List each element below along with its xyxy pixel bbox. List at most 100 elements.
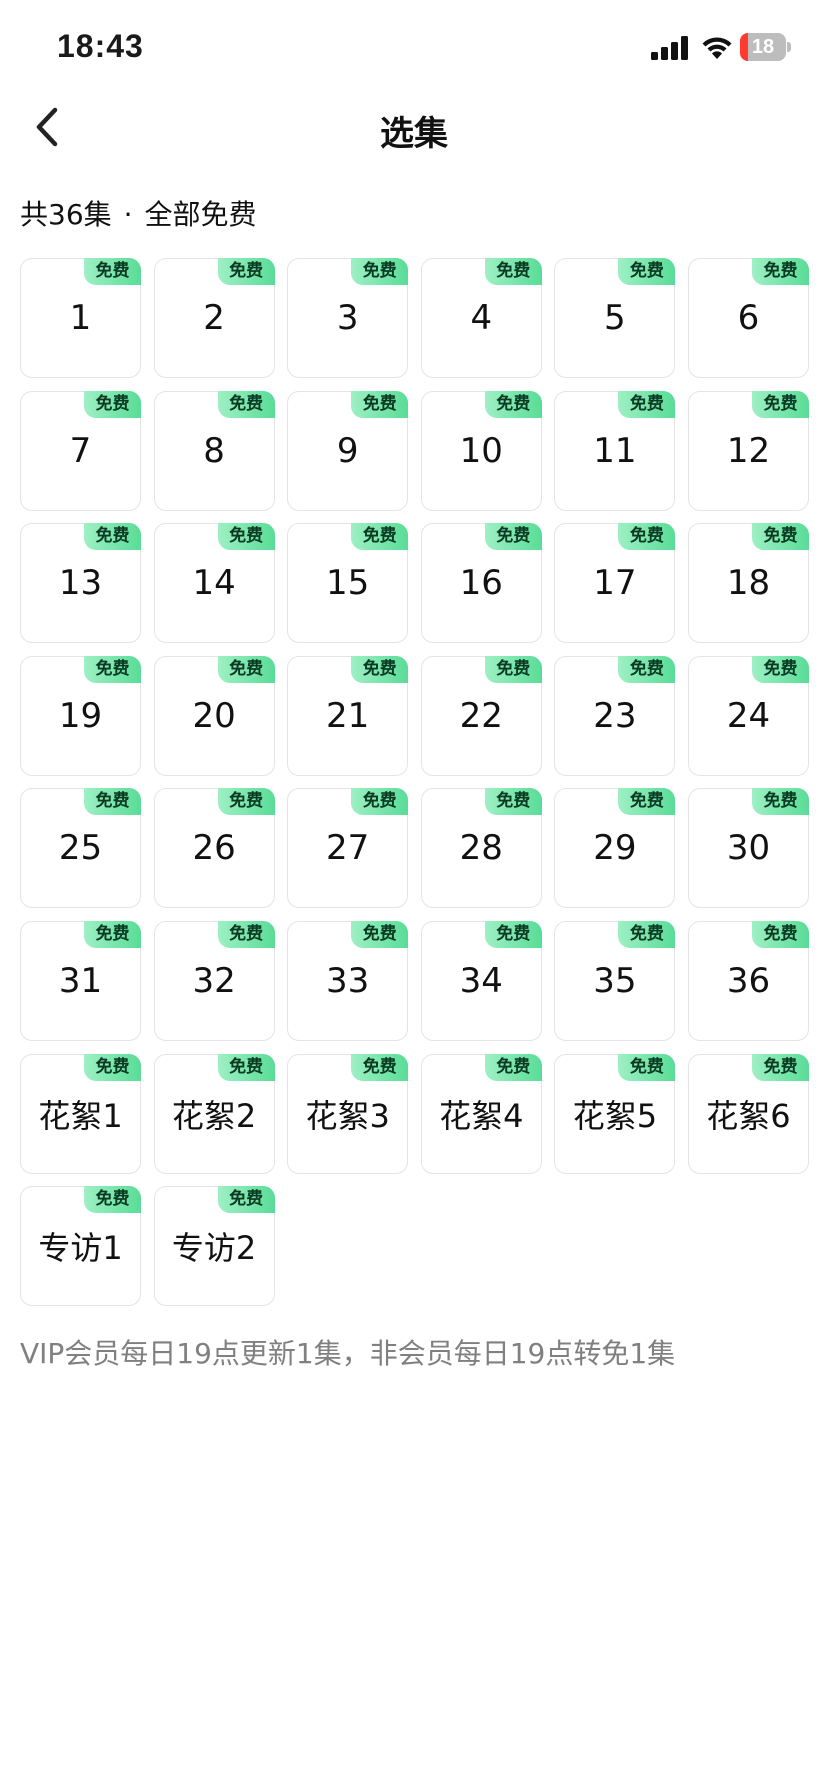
episode-label: 30	[726, 828, 771, 869]
episode-item[interactable]: 31 免费	[20, 920, 141, 1041]
free-badge: 免费	[217, 390, 275, 418]
episode-item[interactable]: 22 免费	[420, 655, 542, 776]
episode-item[interactable]: 23 免费	[554, 655, 676, 776]
episode-summary: 共36集 · 全部免费	[20, 193, 257, 233]
episode-label: 12	[726, 430, 771, 471]
episode-label: 24	[726, 695, 771, 736]
episode-item[interactable]: 12 免费	[687, 390, 809, 511]
free-badge: 免费	[751, 258, 809, 285]
episode-item[interactable]: 35 免费	[554, 920, 676, 1041]
episode-label: 31	[58, 960, 103, 1001]
episode-label: 2	[203, 298, 225, 338]
free-badge: 免费	[751, 390, 809, 418]
free-label: 全部免费	[144, 198, 257, 231]
free-badge: 免费	[217, 1186, 275, 1214]
episode-item[interactable]: 32 免费	[153, 920, 275, 1041]
episode-label: 17	[593, 563, 637, 604]
episode-item[interactable]: 7 免费	[20, 390, 141, 511]
free-badge: 免费	[351, 920, 409, 948]
episode-label: 10	[459, 430, 503, 471]
episode-label: 29	[593, 828, 637, 869]
free-badge: 免费	[217, 258, 275, 285]
episode-label: 27	[326, 828, 370, 869]
free-badge: 免费	[84, 1186, 141, 1214]
episode-item[interactable]: 16 免费	[420, 523, 542, 644]
free-badge: 免费	[484, 1053, 542, 1081]
free-badge: 免费	[484, 655, 542, 683]
free-badge: 免费	[618, 1053, 676, 1081]
episode-label: 32	[192, 960, 236, 1001]
free-badge: 免费	[751, 523, 809, 551]
free-badge: 免费	[351, 788, 409, 816]
episode-item[interactable]: 15 免费	[287, 523, 409, 644]
summary-separator: ·	[123, 198, 133, 231]
episode-item[interactable]: 2 免费	[153, 258, 275, 378]
episode-item[interactable]: 21 免费	[287, 655, 409, 776]
episode-label: 36	[726, 960, 771, 1001]
episode-item[interactable]: 专访2 免费	[153, 1186, 275, 1307]
episode-item[interactable]: 30 免费	[687, 788, 809, 909]
free-badge: 免费	[618, 920, 676, 948]
free-badge: 免费	[84, 390, 141, 418]
cellular-signal-icon	[651, 36, 688, 60]
episode-item[interactable]: 9 免费	[287, 390, 409, 511]
episode-item[interactable]: 13 免费	[20, 523, 141, 644]
episode-item[interactable]: 花絮6 免费	[687, 1053, 809, 1174]
episode-label: 7	[69, 430, 92, 471]
episode-item[interactable]: 专访1 免费	[20, 1186, 141, 1307]
free-badge: 免费	[351, 390, 409, 418]
episode-item[interactable]: 29 免费	[554, 788, 676, 909]
episode-item[interactable]: 11 免费	[554, 390, 676, 511]
episode-label: 花絮4	[439, 1096, 524, 1135]
episode-label: 花絮6	[706, 1096, 791, 1135]
episode-item[interactable]: 25 免费	[20, 788, 141, 909]
free-badge: 免费	[484, 258, 542, 285]
episode-label: 14	[192, 563, 236, 604]
episode-item[interactable]: 27 免费	[287, 788, 409, 909]
episode-label: 花絮3	[305, 1096, 390, 1135]
free-badge: 免费	[618, 390, 676, 418]
free-badge: 免费	[751, 1053, 809, 1081]
episode-item[interactable]: 10 免费	[420, 390, 542, 511]
episode-item[interactable]: 5 免费	[554, 258, 676, 378]
episode-item[interactable]: 花絮2 免费	[153, 1053, 275, 1174]
episode-item[interactable]: 8 免费	[153, 390, 275, 511]
free-badge: 免费	[217, 655, 275, 683]
episode-item[interactable]: 花絮5 免费	[554, 1053, 676, 1174]
episode-item[interactable]: 19 免费	[20, 655, 141, 776]
episode-item[interactable]: 17 免费	[554, 523, 676, 644]
episode-item[interactable]: 4 免费	[420, 258, 542, 378]
episode-item[interactable]: 18 免费	[687, 523, 809, 644]
page-title: 选集	[380, 114, 448, 154]
free-badge: 免费	[217, 920, 275, 948]
episode-label: 22	[459, 695, 503, 736]
episode-label: 16	[459, 563, 503, 604]
episode-item[interactable]: 33 免费	[287, 920, 409, 1041]
episode-label: 34	[459, 960, 503, 1001]
episode-item[interactable]: 3 免费	[287, 258, 409, 378]
episode-item[interactable]: 26 免费	[153, 788, 275, 909]
episode-item[interactable]: 36 免费	[687, 920, 809, 1041]
episode-label: 5	[604, 298, 626, 338]
episode-label: 8	[203, 430, 225, 471]
episode-item[interactable]: 花絮3 免费	[287, 1053, 409, 1174]
episode-item[interactable]: 6 免费	[687, 258, 809, 378]
free-badge: 免费	[84, 655, 141, 683]
episode-item[interactable]: 14 免费	[153, 523, 275, 644]
episode-label: 花絮1	[38, 1096, 123, 1135]
free-badge: 免费	[84, 523, 141, 551]
episode-item[interactable]: 20 免费	[153, 655, 275, 776]
episode-item[interactable]: 28 免费	[420, 788, 542, 909]
free-badge: 免费	[84, 258, 141, 285]
episode-label: 20	[192, 695, 236, 736]
free-badge: 免费	[84, 788, 141, 816]
episode-item[interactable]: 34 免费	[420, 920, 542, 1041]
episode-item[interactable]: 24 免费	[687, 655, 809, 776]
episode-item[interactable]: 1 免费	[20, 258, 141, 378]
episode-grid: 1 免费 2 免费 3 免费 4 免费 5 免费 6 免费 7 免费 8 免费 9 免费 10 免费 11 免费 12 免费 1…	[20, 258, 809, 1307]
status-time: 18:43	[57, 28, 144, 64]
free-badge: 免费	[751, 788, 809, 816]
episode-item[interactable]: 花絮1 免费	[20, 1053, 141, 1174]
episode-item[interactable]: 花絮4 免费	[420, 1053, 542, 1174]
episode-label: 18	[726, 563, 771, 604]
